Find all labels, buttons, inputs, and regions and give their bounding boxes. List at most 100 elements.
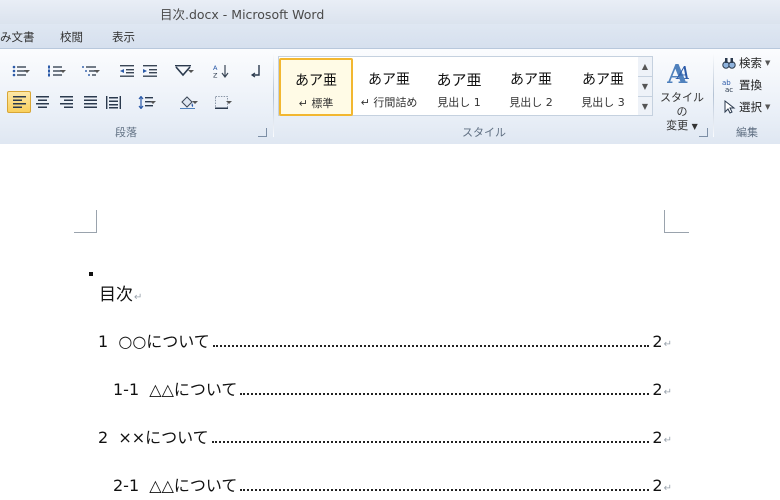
decrease-indent-icon bbox=[120, 65, 134, 77]
find-button[interactable]: 検索 ▼ bbox=[722, 55, 770, 71]
style-sample: あア亜 bbox=[510, 72, 552, 88]
toc-entry[interactable]: 2 ××について 2 ↵ bbox=[98, 424, 672, 448]
svg-text:Z: Z bbox=[213, 72, 218, 79]
group-label-editing: 編集 bbox=[736, 126, 758, 139]
cursor-arrow-icon bbox=[724, 100, 736, 114]
change-styles-button[interactable]: A A スタイルの 変更 ▼ bbox=[656, 57, 708, 134]
decrease-indent-button[interactable] bbox=[116, 61, 138, 81]
styles-gallery: あア亜 ↵ 標準 あア亜 ↵ 行間詰め あア亜 見出し 1 あア亜 見出し 2 … bbox=[278, 56, 640, 116]
style-sample: あア亜 bbox=[436, 71, 482, 89]
chevron-down-icon: ▼ bbox=[765, 59, 771, 67]
replace-button[interactable]: ab ac 置換 bbox=[722, 77, 762, 93]
distributed-icon bbox=[105, 95, 121, 109]
tab-view[interactable]: 表示 bbox=[112, 29, 135, 45]
justify-icon bbox=[83, 96, 97, 108]
window-title: 目次.docx - Microsoft Word bbox=[160, 7, 325, 22]
distributed-button[interactable] bbox=[102, 92, 124, 112]
style-normal[interactable]: あア亜 ↵ 標準 bbox=[279, 58, 353, 116]
paragraph-mark: ↵ bbox=[134, 292, 143, 303]
paragraph-bullet bbox=[89, 272, 93, 276]
heading-text: 目次 bbox=[99, 285, 133, 305]
toc-entry-label: 1-1 △△について bbox=[113, 380, 238, 399]
align-center-icon bbox=[35, 96, 49, 108]
select-button[interactable]: 選択 ▼ bbox=[722, 99, 770, 115]
style-sample: あア亜 bbox=[295, 73, 337, 89]
borders-button[interactable] bbox=[210, 92, 232, 112]
document-page[interactable]: 目次↵ 1 ○○について 2 ↵ 1-1 △△について 2 ↵ 2 ××について… bbox=[0, 144, 780, 500]
change-styles-label-2: 変更 bbox=[666, 119, 689, 132]
tab-mailings[interactable]: み文書 bbox=[0, 29, 35, 45]
paragraph-mark: ↵ bbox=[663, 483, 672, 494]
style-sample: あア亜 bbox=[582, 72, 624, 88]
title-bar: 目次.docx - Microsoft Word bbox=[0, 0, 780, 24]
numbering-icon bbox=[48, 65, 62, 77]
toc-leader-dots bbox=[240, 489, 650, 491]
show-marks-button[interactable] bbox=[245, 61, 267, 81]
toc-entry-label: 2-1 △△について bbox=[113, 476, 238, 495]
replace-label: 置換 bbox=[739, 78, 762, 92]
line-spacing-button[interactable] bbox=[134, 92, 156, 112]
paragraph-mark: ↵ bbox=[663, 435, 672, 446]
style-name: ↵ 行間詰め bbox=[360, 96, 418, 109]
style-sample: あア亜 bbox=[368, 72, 410, 88]
numbering-button[interactable] bbox=[44, 61, 66, 81]
gallery-up-arrow-icon[interactable]: ▲ bbox=[638, 57, 652, 77]
align-center-button[interactable] bbox=[31, 92, 53, 112]
bullets-icon bbox=[12, 65, 26, 77]
align-right-button[interactable] bbox=[55, 92, 77, 112]
style-name: ↵ 標準 bbox=[298, 97, 334, 110]
gallery-more-icon[interactable]: ▼ bbox=[638, 97, 652, 116]
group-separator bbox=[713, 53, 714, 137]
toc-page-number: 2 bbox=[652, 476, 663, 495]
change-styles-icon: A A bbox=[666, 60, 690, 90]
sort-button[interactable]: A Z bbox=[210, 61, 232, 81]
tab-review[interactable]: 校閲 bbox=[60, 29, 83, 45]
style-heading-2[interactable]: あア亜 見出し 2 bbox=[495, 58, 567, 114]
style-heading-1[interactable]: あア亜 見出し 1 bbox=[423, 58, 495, 114]
paint-bucket-icon bbox=[179, 95, 195, 109]
align-left-button[interactable] bbox=[7, 91, 31, 113]
toc-entry[interactable]: 2-1 △△について 2 ↵ bbox=[113, 472, 672, 496]
asian-layout-icon bbox=[175, 65, 191, 77]
toc-leader-dots bbox=[240, 393, 650, 395]
style-name: 見出し 3 bbox=[581, 96, 625, 109]
style-heading-3[interactable]: あア亜 見出し 3 bbox=[567, 58, 639, 114]
chevron-down-icon: ▼ bbox=[691, 122, 698, 131]
toc-page-number: 2 bbox=[652, 332, 663, 351]
select-label: 選択 bbox=[739, 100, 762, 114]
multilevel-list-icon bbox=[82, 66, 96, 76]
increase-indent-button[interactable] bbox=[139, 61, 161, 81]
toc-leader-dots bbox=[211, 441, 650, 443]
group-separator bbox=[273, 53, 274, 137]
asian-layout-button[interactable] bbox=[172, 61, 194, 81]
toc-entry-label: 1 ○○について bbox=[98, 332, 210, 351]
paragraph-mark: ↵ bbox=[663, 339, 672, 350]
change-styles-label-1: スタイルの bbox=[660, 91, 704, 118]
justify-button[interactable] bbox=[79, 92, 101, 112]
group-label-styles: スタイル bbox=[462, 126, 506, 139]
chevron-down-icon: ▼ bbox=[765, 103, 771, 111]
line-spacing-icon bbox=[138, 95, 153, 109]
shading-button[interactable] bbox=[176, 92, 198, 112]
toc-entry-label: 2 ××について bbox=[98, 428, 209, 447]
toc-entry[interactable]: 1 ○○について 2 ↵ bbox=[98, 328, 672, 352]
group-label-paragraph: 段落 bbox=[115, 126, 137, 139]
styles-dialog-launcher[interactable] bbox=[699, 128, 708, 137]
gallery-down-arrow-icon[interactable]: ▼ bbox=[638, 77, 652, 97]
align-left-icon bbox=[12, 96, 26, 108]
toc-page-number: 2 bbox=[652, 428, 663, 447]
style-name: 見出し 1 bbox=[437, 96, 481, 109]
gallery-scroll: ▲ ▼ ▼ bbox=[638, 56, 653, 116]
paragraph-dialog-launcher[interactable] bbox=[258, 128, 267, 137]
toc-entry[interactable]: 1-1 △△について 2 ↵ bbox=[113, 376, 672, 400]
binoculars-icon bbox=[722, 58, 736, 69]
toc-leader-dots bbox=[212, 345, 650, 347]
find-label: 検索 bbox=[739, 56, 762, 70]
multilevel-list-button[interactable] bbox=[78, 61, 100, 81]
style-no-spacing[interactable]: あア亜 ↵ 行間詰め bbox=[353, 58, 425, 114]
increase-indent-icon bbox=[143, 65, 157, 77]
toc-page-number: 2 bbox=[652, 380, 663, 399]
paragraph-mark-icon bbox=[250, 65, 260, 78]
borders-icon bbox=[214, 95, 228, 109]
bullets-button[interactable] bbox=[8, 61, 30, 81]
